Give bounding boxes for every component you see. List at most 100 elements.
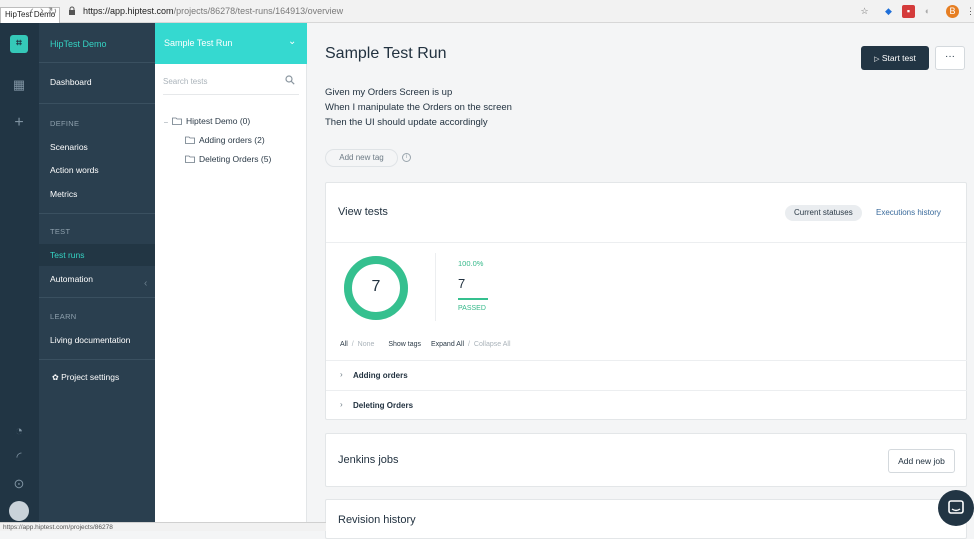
view-tests-title: View tests (338, 206, 388, 218)
back-icon[interactable]: ‹ (30, 5, 34, 17)
browser-toolbar: HipTest Demo ‹ › ↻ https://app.hiptest.c… (0, 0, 974, 23)
sidebar-item-dashboard[interactable]: Dashboard (39, 71, 155, 93)
description-line: When I manipulate the Orders on the scre… (325, 102, 512, 113)
tree-folder-adding-orders[interactable]: Adding orders (2) (185, 135, 265, 145)
sidebar-item-action-words[interactable]: Action words (39, 159, 155, 181)
chevron-right-icon: › (340, 370, 343, 379)
sidebar-section-learn: LEARN (50, 312, 77, 321)
test-run-selector[interactable]: Sample Test Run ⌄ (155, 23, 307, 64)
collapse-sidebar-icon[interactable]: ‹ (144, 278, 147, 289)
forward-icon[interactable]: › (40, 5, 44, 17)
sidebar-divider (39, 103, 155, 104)
card-divider (326, 242, 966, 243)
browser-status-url: https://app.hiptest.com/projects/86278 (0, 522, 326, 531)
folder-row-adding-orders[interactable]: › Adding orders (326, 360, 967, 390)
extension-red-icon[interactable]: ▪ (902, 5, 915, 18)
url-host: https://app.hiptest.com (83, 6, 174, 16)
sidebar-item-living-documentation[interactable]: Living documentation (39, 329, 155, 351)
chat-icon (948, 500, 964, 514)
extension-circle-icon[interactable]: ◐ (921, 5, 934, 18)
filter-bar: All / None Show tags Expand All / Collap… (340, 341, 513, 348)
sidebar: HipTest Demo Dashboard DEFINE Scenarios … (39, 23, 155, 531)
jenkins-jobs-title: Jenkins jobs (338, 454, 399, 466)
tree-folder-label: Adding orders (2) (199, 135, 265, 145)
extension-diamond-icon[interactable]: ◆ (882, 5, 895, 18)
test-run-description: Given my Orders Screen is up When I mani… (325, 85, 512, 130)
tab-current-statuses[interactable]: Current statuses (785, 205, 862, 221)
tree-folder-label: Deleting Orders (5) (199, 154, 272, 164)
search-box (163, 69, 299, 95)
revision-history-card: Revision history (325, 499, 967, 539)
info-icon[interactable]: i (402, 153, 411, 162)
page-title: Sample Test Run (325, 45, 447, 62)
show-tags-link[interactable]: Show tags (388, 341, 421, 348)
project-settings-label: Project settings (61, 372, 120, 382)
start-test-label: Start test (881, 53, 916, 63)
user-avatar[interactable] (9, 501, 29, 521)
sidebar-divider (39, 297, 155, 298)
project-name[interactable]: HipTest Demo (50, 39, 107, 49)
folder-icon (172, 117, 182, 125)
sidebar-item-automation[interactable]: Automation (39, 268, 155, 290)
main-content: Sample Test Run ▷ Start test ··· Given m… (308, 23, 974, 539)
jenkins-jobs-card: Jenkins jobs Add new job (325, 433, 967, 487)
chevron-right-icon: › (340, 400, 343, 409)
sidebar-item-test-runs[interactable]: Test runs (39, 244, 155, 266)
filter-none[interactable]: None (358, 341, 375, 348)
dashboard-grid-icon[interactable]: ▦ (11, 77, 27, 93)
start-test-button[interactable]: ▷ Start test (861, 46, 929, 70)
url-path: /projects/86278/test-runs/164913/overvie… (173, 6, 344, 16)
star-icon[interactable]: ☆ (858, 5, 871, 18)
profile-avatar-icon[interactable]: B (946, 5, 959, 18)
lock-icon (69, 6, 75, 15)
expand-all-link[interactable]: Expand All (431, 341, 464, 348)
sidebar-divider (39, 213, 155, 214)
folder-row-deleting-orders[interactable]: › Deleting Orders (326, 390, 967, 420)
play-icon: ▷ (874, 56, 880, 63)
search-input[interactable] (163, 69, 273, 93)
filter-separator: / (468, 341, 470, 348)
collapse-toggle-icon[interactable]: – (164, 119, 172, 126)
sidebar-divider (39, 359, 155, 360)
more-actions-button[interactable]: ··· (935, 46, 965, 70)
search-icon[interactable] (285, 75, 295, 85)
filter-all[interactable]: All (340, 341, 348, 348)
add-new-job-button[interactable]: Add new job (888, 449, 955, 473)
passed-bar (458, 298, 488, 300)
passed-label: PASSED (458, 305, 486, 312)
sidebar-item-metrics[interactable]: Metrics (39, 183, 155, 205)
folder-icon (185, 155, 195, 163)
chat-bubble-button[interactable] (938, 490, 974, 526)
help-icon[interactable]: ⊙ (11, 476, 27, 492)
revision-history-title: Revision history (338, 514, 416, 526)
add-tag-button[interactable]: Add new tag (325, 149, 398, 167)
app-rail: ⌗ ▦ + ◔ ◜ ⊙ (0, 23, 39, 531)
sidebar-section-test: TEST (50, 227, 71, 236)
tree-folder-deleting-orders[interactable]: Deleting Orders (5) (185, 154, 271, 164)
filter-separator: / (351, 341, 354, 348)
sidebar-divider (39, 62, 155, 63)
sidebar-item-project-settings[interactable]: ✿ Project settings (39, 366, 155, 388)
view-tests-card: View tests Current statuses Executions h… (325, 182, 967, 420)
sidebar-section-define: DEFINE (50, 119, 80, 128)
test-run-selector-label: Sample Test Run (164, 38, 233, 48)
bell-icon[interactable]: ◔ (11, 423, 27, 439)
rss-icon[interactable]: ◜ (11, 449, 27, 465)
address-bar[interactable]: https://app.hiptest.com/projects/86278/t… (83, 6, 343, 16)
folder-row-label: Adding orders (353, 371, 408, 380)
collapse-all-link[interactable]: Collapse All (474, 341, 511, 348)
hiptest-logo-icon[interactable]: ⌗ (10, 35, 28, 53)
passed-count: 7 (458, 276, 466, 291)
folder-row-label: Deleting Orders (353, 401, 414, 410)
chevron-down-icon: ⌄ (288, 36, 297, 47)
tree-root-label: Hiptest Demo (0) (186, 116, 251, 126)
passed-percentage: 100.0% (458, 259, 484, 268)
reload-icon[interactable]: ↻ (48, 5, 57, 18)
tab-executions-history[interactable]: Executions history (867, 205, 950, 221)
menu-kebab-icon[interactable]: ⋮ (964, 5, 974, 18)
sidebar-item-scenarios[interactable]: Scenarios (39, 136, 155, 158)
tests-tree-panel: – Hiptest Demo (0) Adding orders (2) Dele… (155, 64, 307, 531)
tree-root-folder[interactable]: – Hiptest Demo (0) (164, 116, 250, 126)
plus-icon[interactable]: + (11, 115, 27, 131)
folder-icon (185, 136, 195, 144)
